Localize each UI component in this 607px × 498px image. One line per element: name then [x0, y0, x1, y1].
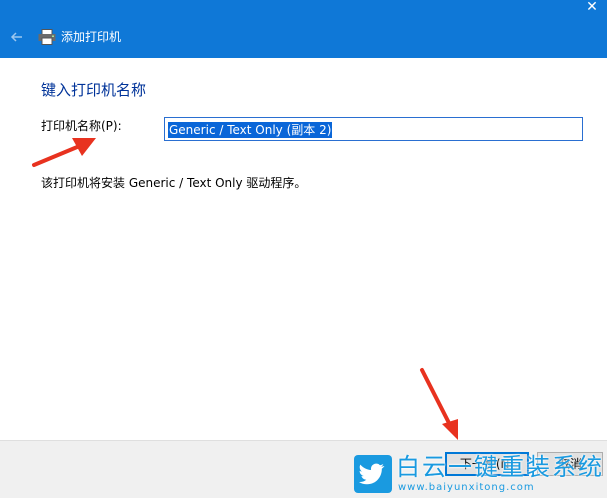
close-icon: ✕ — [586, 0, 598, 15]
watermark-logo — [354, 455, 392, 493]
title-bar: ✕ 添加打印机 — [0, 0, 607, 58]
twitter-bird-icon — [359, 463, 385, 485]
printer-icon — [38, 29, 56, 45]
annotation-arrow-left — [32, 138, 96, 167]
close-button[interactable]: ✕ — [577, 0, 607, 16]
back-button[interactable] — [8, 28, 26, 46]
back-arrow-icon — [10, 32, 22, 42]
driver-info-text: 该打印机将安装 Generic / Text Only 驱动程序。 — [41, 176, 307, 190]
printer-name-label: 打印机名称(P): — [41, 119, 122, 133]
watermark-url: www.baiyunxitong.com — [398, 482, 535, 493]
annotation-arrow-bottom — [420, 368, 458, 440]
printer-name-input[interactable]: Generic / Text Only (副本 2) — [164, 117, 583, 141]
watermark-title: 白云一键重装系统 — [396, 453, 604, 481]
window-title: 添加打印机 — [61, 30, 122, 44]
page-heading: 键入打印机名称 — [41, 81, 147, 99]
annotation-arrows — [32, 138, 458, 440]
printer-name-value: Generic / Text Only (副本 2) — [168, 122, 333, 138]
watermark: 白云一键重装系统 www.baiyunxitong.com — [352, 453, 607, 498]
